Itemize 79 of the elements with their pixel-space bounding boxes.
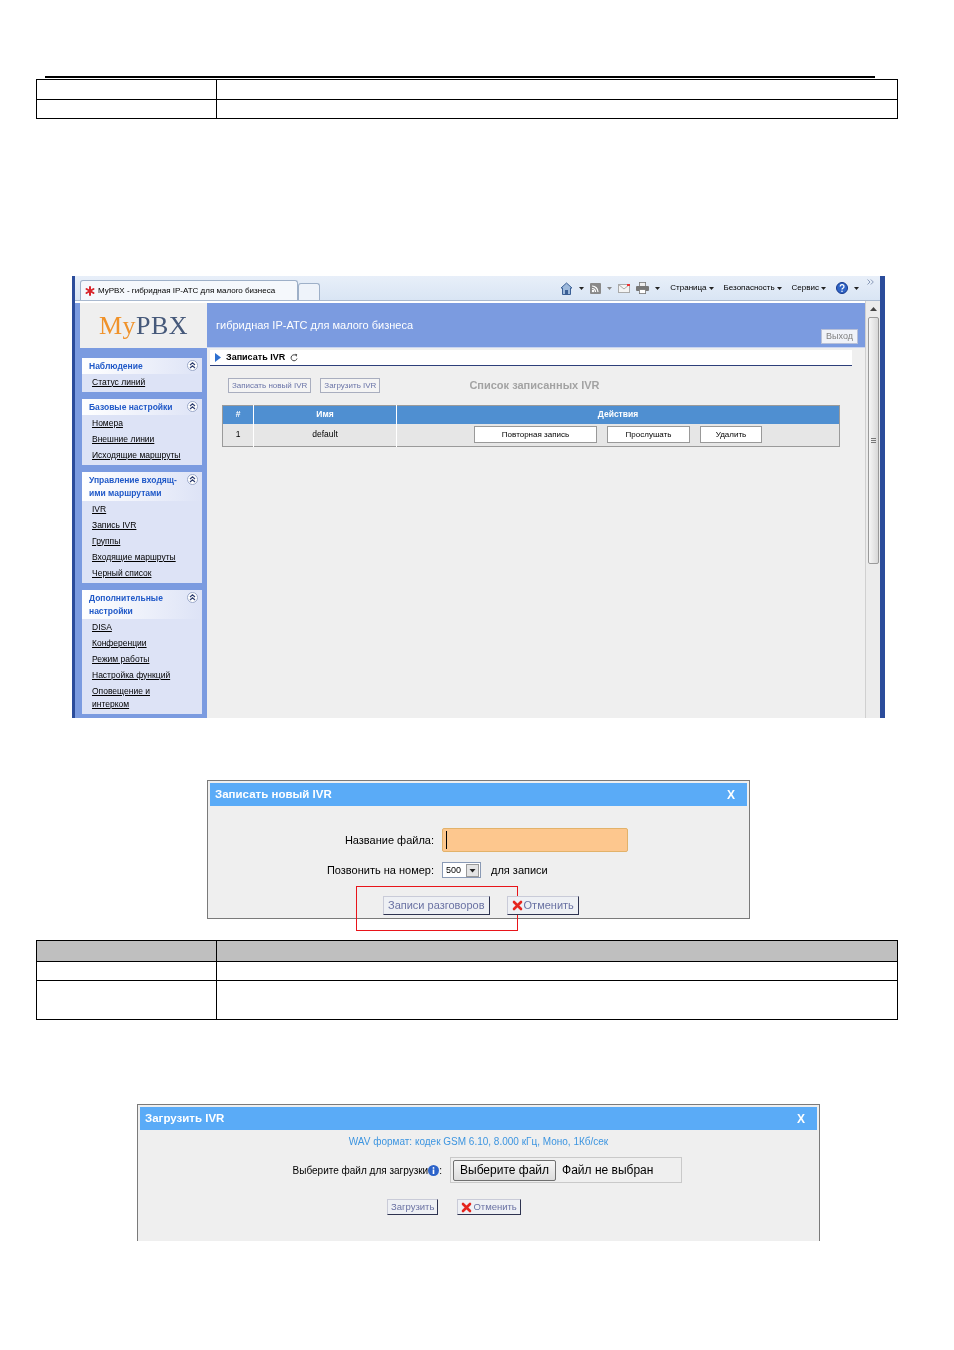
file-status: Файл не выбран <box>562 1162 654 1179</box>
column-header: # <box>222 405 254 424</box>
sidebar-link[interactable]: Режим работы <box>92 651 150 667</box>
dialog-title: Записать новый IVR <box>215 786 332 802</box>
sidebar-link[interactable]: DISA <box>92 619 112 635</box>
sidebar-link[interactable]: Номера <box>92 415 123 431</box>
caret-icon[interactable] <box>854 286 859 290</box>
sidebar-section-title: Управление входящ-ими маршрутами <box>89 473 178 500</box>
caret-icon <box>776 286 782 290</box>
choose-file-button[interactable]: Выберите файл <box>453 1159 557 1181</box>
dialog-title: Загрузить IVR <box>145 1110 225 1126</box>
home-icon[interactable] <box>560 281 574 295</box>
toolbar-menu[interactable]: Безопасность <box>723 282 782 294</box>
collapse-icon[interactable] <box>187 591 198 603</box>
info-icon[interactable] <box>428 1164 440 1176</box>
sidebar-link[interactable]: Входящие маршруты <box>92 549 176 565</box>
triangle-icon <box>215 353 221 362</box>
sidebar-link[interactable]: Внешние линии <box>92 431 155 447</box>
field-suffix: для записи <box>491 863 548 878</box>
sidebar-section-title: Дополнительные настройки <box>89 591 164 618</box>
caret-icon <box>708 286 714 290</box>
cross-icon <box>461 1201 473 1213</box>
page-title: Записать IVR <box>226 350 286 364</box>
cancel-button[interactable]: Отменить <box>506 895 579 915</box>
caret-icon[interactable] <box>579 286 585 290</box>
format-hint: WAV формат: кодек GSM 6.10, 8.000 кГц, Моно, 1Кб/сек <box>348 1136 609 1148</box>
sidebar-link[interactable]: Конференции <box>92 635 147 651</box>
toolbar-button[interactable]: Записать новый IVR <box>228 377 312 393</box>
sidebar-section-title: Базовые настройки <box>89 400 173 414</box>
sidebar-link[interactable]: Оповещение и интерком <box>92 683 186 712</box>
field-label: Выберите файл для загрузки <box>292 1163 429 1178</box>
logo: MyPBX <box>98 312 189 339</box>
sidebar-link[interactable]: Черный список <box>92 565 152 581</box>
dialog-button[interactable]: Загрузить <box>387 1199 439 1215</box>
number-select[interactable]: 500 <box>442 862 481 879</box>
feed-icon[interactable] <box>590 282 602 294</box>
file-name-field[interactable] <box>442 828 628 852</box>
scrollbar[interactable] <box>865 301 880 718</box>
scroll-up-arrow-icon[interactable] <box>869 307 877 311</box>
caret-icon[interactable] <box>655 286 661 290</box>
toolbar-button[interactable]: Загрузить IVR <box>320 377 381 393</box>
sidebar-link[interactable]: IVR <box>92 501 107 517</box>
list-title: Список записанных IVR <box>469 378 600 393</box>
refresh-icon[interactable] <box>290 353 299 362</box>
cancel-button[interactable]: Отменить <box>457 1199 521 1215</box>
asterisk-icon <box>85 285 95 296</box>
caret-icon <box>821 286 826 290</box>
table-cell: 1 <box>222 424 254 446</box>
toolbar-menu[interactable]: Сервис <box>791 282 826 294</box>
printer-icon[interactable] <box>636 282 650 294</box>
file-input-field[interactable]: Выберите файл Файл не выбран <box>450 1157 682 1183</box>
logout-button[interactable]: Выход <box>821 329 858 344</box>
sidebar-link[interactable]: Исходящие маршруты <box>92 447 181 463</box>
label-colon: : <box>439 1163 442 1178</box>
collapse-icon[interactable] <box>187 473 198 485</box>
sidebar-link[interactable]: Статус линий <box>92 374 146 390</box>
cross-icon <box>511 899 523 911</box>
dialog-button[interactable]: Записи разговоров <box>383 895 490 915</box>
table-cell: default <box>253 424 397 446</box>
action-button[interactable]: Удалить <box>700 426 762 444</box>
sidebar-link[interactable]: Запись IVR <box>92 517 137 533</box>
column-header: Действия <box>396 405 840 424</box>
sidebar-section-title: Наблюдение <box>89 359 143 373</box>
action-button[interactable]: Повторная запись <box>474 426 597 444</box>
collapse-icon[interactable] <box>187 400 198 412</box>
tagline: гибридная IP-АТС для малого бизнеса <box>216 317 414 333</box>
sidebar-link[interactable]: Группы <box>92 533 121 549</box>
field-label: Позвонить на номер: <box>326 863 434 878</box>
toolbar-menu[interactable]: Страница <box>670 282 714 294</box>
collapse-icon[interactable] <box>187 359 198 371</box>
help-icon[interactable] <box>836 282 848 294</box>
column-header: Имя <box>253 405 397 424</box>
field-label: Название файла: <box>344 832 434 848</box>
action-button[interactable]: Прослушать <box>607 426 690 444</box>
sidebar-link[interactable]: Настройка функций <box>92 667 171 683</box>
scrollbar-thumb[interactable] <box>867 317 879 564</box>
text-cursor-icon <box>446 831 447 849</box>
mail-icon[interactable] <box>618 283 631 293</box>
browser-tab[interactable]: MyPBX - гибридная IP-АТС для малого бизнеса <box>80 280 298 300</box>
